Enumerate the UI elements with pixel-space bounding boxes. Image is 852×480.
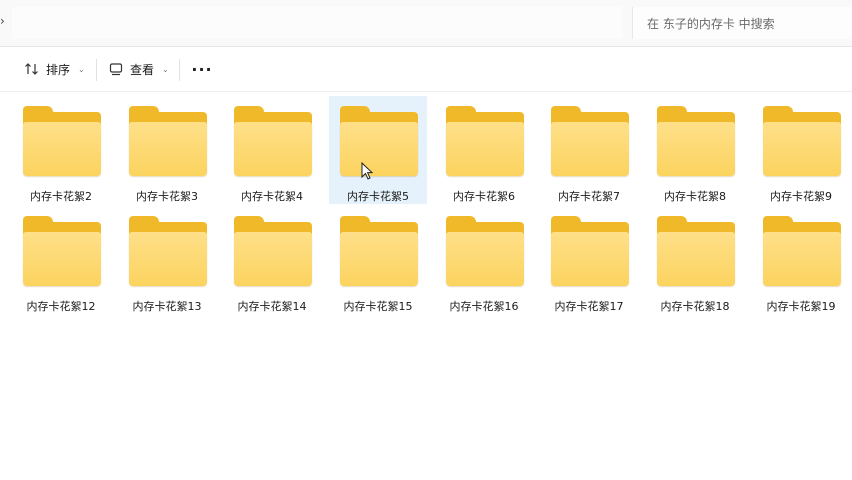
folder-label: 内存卡花絮9	[770, 190, 832, 203]
folder-item[interactable]: 内存卡花絮4	[223, 96, 321, 204]
folder-icon	[23, 216, 101, 286]
sort-label: 排序	[46, 62, 71, 77]
view-button[interactable]: 查看 ⌄	[108, 58, 169, 80]
folder-item[interactable]: 内存卡花絮2	[12, 96, 110, 204]
search-box[interactable]: 在 东子的内存卡 中搜索	[632, 7, 852, 39]
folder-item[interactable]: 内存卡花絮5	[329, 96, 427, 204]
folder-icon	[657, 106, 735, 176]
view-icon	[108, 61, 124, 77]
sort-button[interactable]: 排序 ⌄	[24, 58, 85, 80]
folder-label: 内存卡花絮7	[558, 190, 620, 203]
folder-icon	[446, 106, 524, 176]
folder-item[interactable]: 内存卡花絮13	[118, 206, 216, 314]
folder-label: 内存卡花絮12	[26, 300, 96, 313]
folder-icon	[763, 216, 841, 286]
folder-label: 内存卡花絮17	[554, 300, 624, 313]
folder-item[interactable]: 内存卡花絮9	[752, 96, 850, 204]
folder-icon	[23, 106, 101, 176]
folder-label: 内存卡花絮14	[237, 300, 307, 313]
folder-item[interactable]: 内存卡花絮14	[223, 206, 321, 314]
folder-item[interactable]: 内存卡花絮6	[435, 96, 533, 204]
mouse-cursor-icon	[361, 161, 374, 184]
address-bar-area: › 在 东子的内存卡 中搜索	[0, 0, 852, 47]
folder-label: 内存卡花絮4	[241, 190, 303, 203]
folder-icon	[340, 216, 418, 286]
folder-label: 内存卡花絮15	[343, 300, 413, 313]
folder-icon	[234, 106, 312, 176]
folder-item[interactable]: 内存卡花絮19	[752, 206, 850, 314]
folder-item[interactable]: 内存卡花絮17	[540, 206, 638, 314]
folder-item[interactable]: 内存卡花絮7	[540, 96, 638, 204]
folder-icon	[657, 216, 735, 286]
toolbar-divider	[96, 59, 97, 81]
toolbar-divider	[179, 59, 180, 81]
search-input[interactable]: 在 东子的内存卡 中搜索	[647, 15, 775, 32]
folder-icon	[234, 216, 312, 286]
folder-icon	[129, 106, 207, 176]
folder-icon	[551, 216, 629, 286]
folder-icon	[446, 216, 524, 286]
folder-label: 内存卡花絮3	[136, 190, 198, 203]
folder-item[interactable]: 内存卡花絮16	[435, 206, 533, 314]
chevron-right-icon[interactable]: ›	[0, 14, 8, 28]
folder-label: 内存卡花絮13	[132, 300, 202, 313]
folder-label: 内存卡花絮8	[664, 190, 726, 203]
folder-item[interactable]: 内存卡花絮12	[12, 206, 110, 314]
folder-label: 内存卡花絮19	[766, 300, 836, 313]
sort-icon	[24, 61, 40, 77]
folder-icon	[129, 216, 207, 286]
folder-label: 内存卡花絮18	[660, 300, 730, 313]
folder-label: 内存卡花絮2	[30, 190, 92, 203]
folder-item[interactable]: 内存卡花絮3	[118, 96, 216, 204]
chevron-down-icon: ⌄	[162, 64, 169, 74]
folder-grid: 内存卡花絮2 内存卡花絮3 内存卡花絮4 内存卡花絮5 内存卡花絮6 内存卡花絮7 内存卡花…	[0, 92, 852, 480]
more-options-icon[interactable]: ···	[191, 59, 212, 79]
view-label: 查看	[130, 62, 155, 77]
folder-icon	[551, 106, 629, 176]
folder-label: 内存卡花絮5	[347, 190, 409, 203]
folder-item[interactable]: 内存卡花絮8	[646, 96, 744, 204]
folder-icon	[763, 106, 841, 176]
folder-label: 内存卡花絮16	[449, 300, 519, 313]
folder-label: 内存卡花絮6	[453, 190, 515, 203]
folder-item[interactable]: 内存卡花絮18	[646, 206, 744, 314]
folder-icon	[340, 106, 418, 176]
chevron-down-icon: ⌄	[78, 64, 85, 74]
folder-item[interactable]: 内存卡花絮15	[329, 206, 427, 314]
command-bar: 排序 ⌄ 查看 ⌄ ···	[0, 47, 852, 92]
address-field[interactable]	[12, 7, 622, 39]
